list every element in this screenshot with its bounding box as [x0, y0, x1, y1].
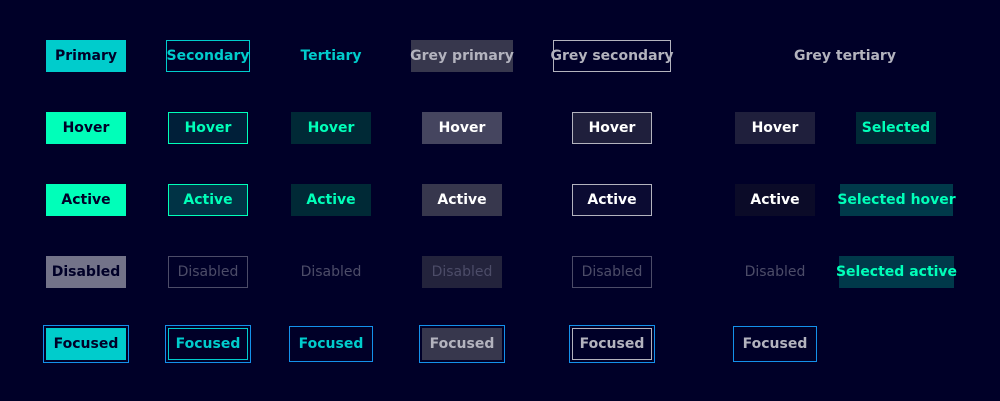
primary-button-active-label: Active [61, 192, 111, 208]
grey-primary-button-hover-label: Hover [438, 120, 486, 136]
primary-button-label: Primary [54, 48, 118, 64]
grey-tertiary-button-active[interactable]: Active [735, 184, 815, 216]
grey-tertiary-button-disabled: Disabled [735, 256, 815, 288]
grey-primary-button-label: Grey primary [410, 48, 514, 64]
secondary-button-disabled-label: Disabled [177, 264, 239, 280]
tertiary-button-disabled-label: Disabled [300, 264, 362, 280]
secondary-button-focused-label: Focused [175, 336, 241, 352]
primary-button-disabled-label: Disabled [51, 264, 121, 280]
grey-secondary-button[interactable]: Grey secondary [550, 40, 674, 72]
primary-button-active[interactable]: Active [46, 184, 126, 216]
secondary-button-hover[interactable]: Hover [168, 112, 248, 144]
grey-secondary-button-label: Grey secondary [550, 48, 674, 64]
grey-tertiary-button-active-label: Active [750, 192, 800, 208]
selected-button[interactable]: Selected [856, 112, 936, 144]
grey-primary-button-focused-label: Focused [429, 336, 495, 352]
grey-primary-button-active[interactable]: Active [422, 184, 502, 216]
tertiary-button-focused-label: Focused [298, 336, 364, 352]
grey-secondary-button-focused[interactable]: Focused [569, 325, 655, 363]
primary-button-focused[interactable]: Focused [43, 325, 129, 363]
grey-tertiary-button-focused-label: Focused [742, 336, 808, 352]
secondary-button-disabled: Disabled [168, 256, 248, 288]
grey-secondary-button-disabled-label: Disabled [581, 264, 643, 280]
primary-button[interactable]: Primary [46, 40, 126, 72]
grey-tertiary-button-focused[interactable]: Focused [733, 326, 817, 362]
tertiary-button-active[interactable]: Active [291, 184, 371, 216]
selected-button-hover-label: Selected hover [837, 192, 956, 208]
selected-button-label: Selected [861, 120, 931, 136]
tertiary-button[interactable]: Tertiary [291, 40, 371, 72]
grey-secondary-button-active-label: Active [587, 192, 637, 208]
grey-primary-button-active-label: Active [437, 192, 487, 208]
secondary-button[interactable]: Secondary [166, 40, 250, 72]
grey-tertiary-button-hover-label: Hover [751, 120, 799, 136]
grey-tertiary-button-label: Grey tertiary [794, 48, 896, 64]
secondary-button-focused[interactable]: Focused [165, 325, 251, 363]
grey-primary-button-hover[interactable]: Hover [422, 112, 502, 144]
grey-primary-button-disabled-label: Disabled [431, 264, 493, 280]
grey-secondary-button-focused-label: Focused [579, 336, 645, 352]
tertiary-button-label: Tertiary [300, 48, 362, 64]
grey-tertiary-button-disabled-label: Disabled [744, 264, 806, 280]
tertiary-button-active-label: Active [306, 192, 356, 208]
selected-button-hover[interactable]: Selected hover [837, 184, 956, 216]
grey-primary-button-focused[interactable]: Focused [419, 325, 505, 363]
primary-button-disabled: Disabled [46, 256, 126, 288]
secondary-button-active[interactable]: Active [168, 184, 248, 216]
tertiary-button-hover[interactable]: Hover [291, 112, 371, 144]
selected-button-active-label: Selected active [835, 264, 958, 280]
primary-button-focused-label: Focused [53, 336, 119, 352]
grey-tertiary-button-hover[interactable]: Hover [735, 112, 815, 144]
grey-tertiary-button[interactable]: Grey tertiary [790, 40, 900, 72]
tertiary-button-hover-label: Hover [307, 120, 355, 136]
grey-secondary-button-disabled: Disabled [572, 256, 652, 288]
secondary-button-active-label: Active [183, 192, 233, 208]
grey-primary-button-disabled: Disabled [422, 256, 502, 288]
secondary-button-hover-label: Hover [184, 120, 232, 136]
primary-button-hover-label: Hover [62, 120, 110, 136]
grey-secondary-button-hover-label: Hover [588, 120, 636, 136]
selected-button-active[interactable]: Selected active [835, 256, 958, 288]
tertiary-button-focused[interactable]: Focused [289, 326, 373, 362]
secondary-button-label: Secondary [166, 48, 250, 64]
grey-primary-button[interactable]: Grey primary [410, 40, 514, 72]
grey-secondary-button-active[interactable]: Active [572, 184, 652, 216]
primary-button-hover[interactable]: Hover [46, 112, 126, 144]
tertiary-button-disabled: Disabled [291, 256, 371, 288]
grey-secondary-button-hover[interactable]: Hover [572, 112, 652, 144]
